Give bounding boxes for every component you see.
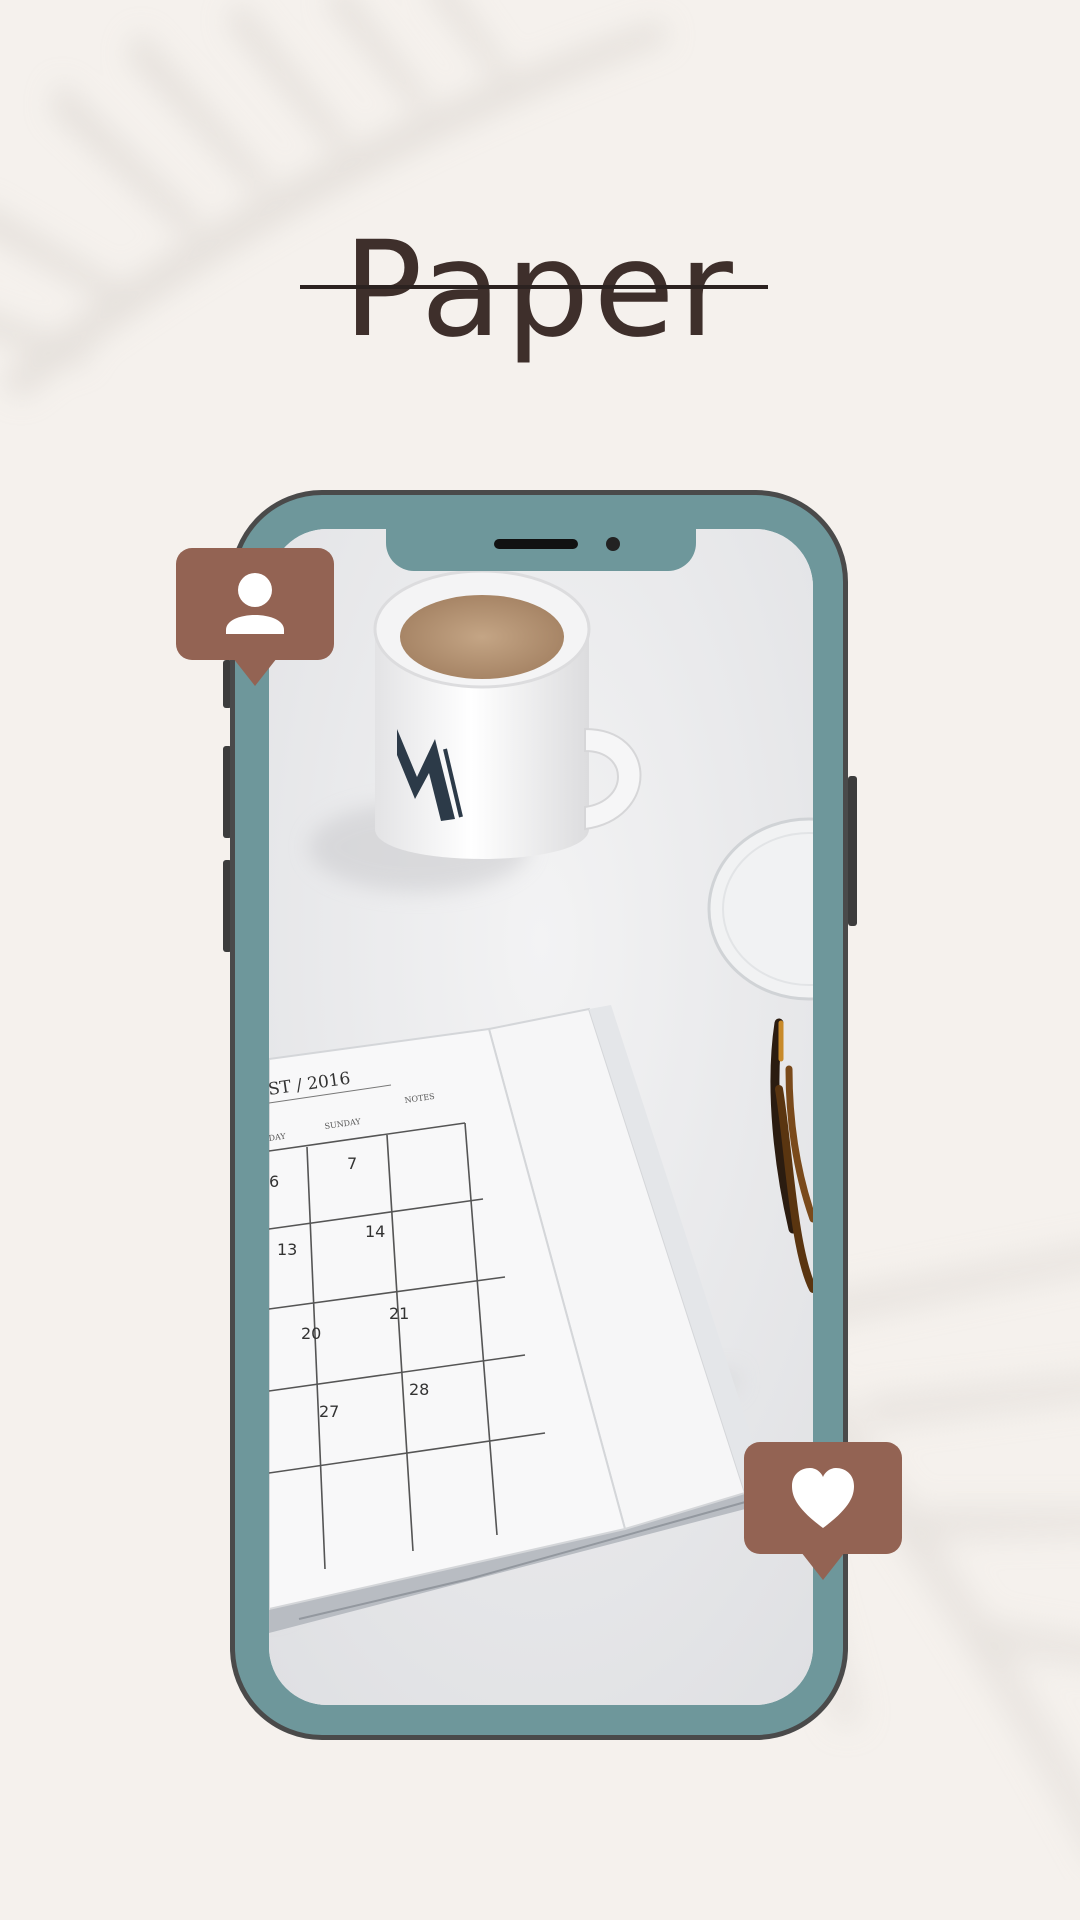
like-notification-bubble[interactable]	[744, 1442, 902, 1580]
page-title: Paper	[343, 213, 737, 367]
phone-camera	[606, 537, 620, 551]
svg-text:20: 20	[301, 1324, 321, 1343]
phone-screen: ST / 2016 DAY SUNDAY NOTES 6 7 13 14 20 …	[269, 529, 813, 1705]
phone-power-button	[848, 776, 857, 926]
profile-notification-bubble[interactable]	[176, 548, 334, 686]
svg-text:28: 28	[409, 1380, 429, 1399]
svg-text:6: 6	[269, 1172, 279, 1191]
title-strikethrough-line	[300, 285, 768, 289]
svg-text:27: 27	[319, 1402, 339, 1421]
svg-text:14: 14	[365, 1222, 385, 1241]
phone-notch	[386, 529, 696, 571]
svg-text:13: 13	[277, 1240, 297, 1259]
phone-speaker	[494, 539, 578, 549]
page: Paper ST / 2016 DAY SUNDAY NOTES 6 7 13 …	[0, 0, 1080, 1920]
svg-text:7: 7	[347, 1154, 357, 1173]
title-container: Paper	[0, 210, 1080, 370]
desk-photo: ST / 2016 DAY SUNDAY NOTES 6 7 13 14 20 …	[269, 529, 813, 1705]
svg-text:21: 21	[389, 1304, 409, 1323]
heart-icon	[792, 1468, 854, 1528]
user-icon	[226, 573, 284, 634]
